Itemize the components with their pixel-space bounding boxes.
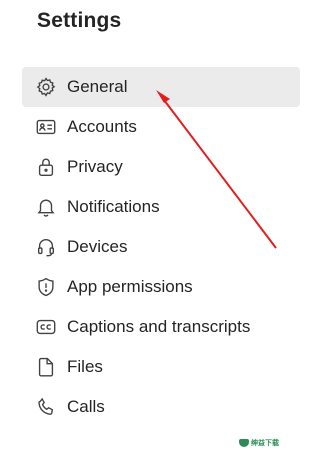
watermark: 绅益下载 xyxy=(239,438,279,448)
menu-item-notifications[interactable]: Notifications xyxy=(22,187,300,227)
menu-item-label-calls: Calls xyxy=(67,397,105,416)
shield-icon xyxy=(35,276,57,298)
menu-item-label-privacy: Privacy xyxy=(67,157,123,176)
page-title: Settings xyxy=(37,9,122,32)
id-card-icon xyxy=(35,116,57,138)
menu-item-label-devices: Devices xyxy=(67,237,128,256)
menu-item-label-notifications: Notifications xyxy=(67,197,160,216)
menu-item-privacy[interactable]: Privacy xyxy=(22,147,300,187)
phone-icon xyxy=(35,396,57,418)
bell-icon xyxy=(35,196,57,218)
settings-page: Settings General Accounts Privacy Notifi… xyxy=(0,0,300,455)
menu-item-files[interactable]: Files xyxy=(22,347,300,387)
menu-item-accounts[interactable]: Accounts xyxy=(22,107,300,147)
headset-icon xyxy=(35,236,57,258)
watermark-text: 绅益下载 xyxy=(251,440,279,447)
watermark-logo-icon xyxy=(239,439,249,447)
menu-item-general[interactable]: General xyxy=(22,67,300,107)
gear-icon xyxy=(35,76,57,98)
menu-item-label-files: Files xyxy=(67,357,103,376)
settings-menu: General Accounts Privacy Notifications D… xyxy=(22,67,300,427)
closed-captions-icon xyxy=(35,316,57,338)
menu-item-app-permissions[interactable]: App permissions xyxy=(22,267,300,307)
menu-item-devices[interactable]: Devices xyxy=(22,227,300,267)
document-icon xyxy=(35,356,57,378)
menu-item-label-captions-and-transcripts: Captions and transcripts xyxy=(67,317,251,336)
menu-item-label-app-permissions: App permissions xyxy=(67,277,193,296)
menu-item-captions-and-transcripts[interactable]: Captions and transcripts xyxy=(22,307,300,347)
menu-item-calls[interactable]: Calls xyxy=(22,387,300,427)
menu-item-label-general: General xyxy=(67,77,128,96)
menu-item-label-accounts: Accounts xyxy=(67,117,137,136)
lock-icon xyxy=(35,156,57,178)
